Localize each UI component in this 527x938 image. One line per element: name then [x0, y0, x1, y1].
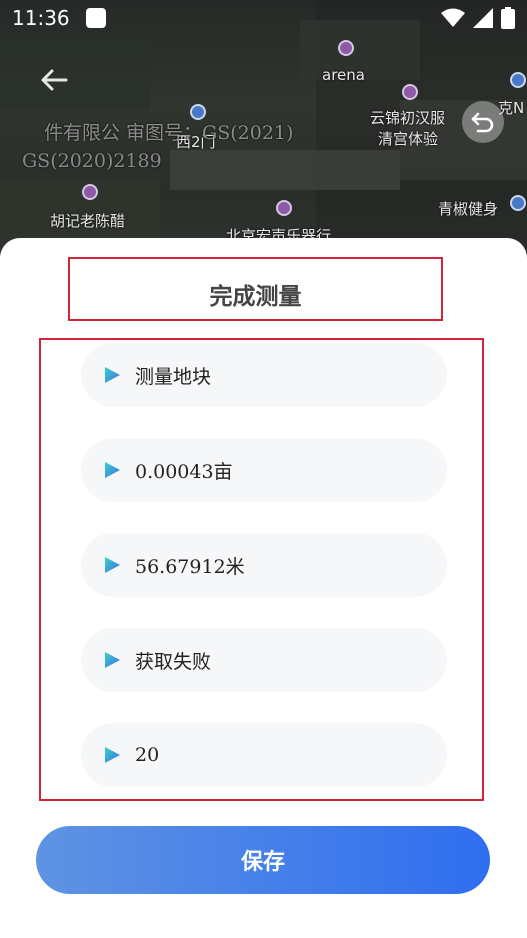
map-copyright-line-2: GS(2020)2189	[22, 150, 162, 172]
undo-icon	[471, 112, 494, 133]
map-block	[170, 150, 400, 190]
save-button-label: 保存	[240, 849, 285, 875]
map-label-poi: 云锦初汉服	[370, 109, 446, 127]
save-button[interactable]: 保存	[36, 826, 490, 894]
status-bar: 11:36	[0, 0, 527, 36]
play-triangle-icon	[105, 747, 120, 763]
result-item-area: 0.00043亩	[81, 438, 447, 502]
status-icons	[441, 7, 515, 29]
map-label-poi: 胡记老陈醋	[50, 212, 126, 230]
map-label-poi: 清宫体验	[378, 130, 439, 148]
signal-icon	[473, 8, 493, 28]
result-item-text: 获取失败	[135, 650, 212, 673]
result-list-highlight-box: 测量地块 0.00043亩 56.67912米 获取失败 20	[39, 338, 484, 801]
poi-marker-icon	[510, 72, 526, 88]
poi-marker-icon	[82, 184, 98, 200]
play-triangle-icon	[105, 367, 120, 383]
result-item-plot-name: 测量地块	[81, 343, 447, 407]
play-triangle-icon	[105, 462, 120, 478]
poi-marker-icon	[276, 200, 292, 216]
result-item-text: 测量地块	[135, 365, 212, 388]
poi-marker-icon	[510, 195, 526, 211]
result-item-text: 20	[135, 744, 160, 766]
map-label-poi: 青椒健身	[438, 200, 499, 218]
status-time: 11:36	[12, 6, 70, 30]
result-item-text: 56.67912米	[135, 555, 245, 578]
notification-icon	[85, 8, 106, 28]
battery-icon	[501, 7, 515, 29]
poi-marker-icon	[338, 40, 354, 56]
arrow-left-icon[interactable]	[38, 64, 70, 96]
poi-marker-icon	[402, 84, 418, 100]
wifi-icon	[441, 8, 465, 27]
map-copyright-line-1: 件有限公 审图号：GS(2021)	[44, 122, 294, 144]
undo-button[interactable]	[462, 101, 504, 143]
map-block	[0, 40, 150, 110]
play-triangle-icon	[105, 652, 120, 668]
title-highlight-box: 完成测量	[68, 257, 443, 321]
result-item-location: 获取失败	[81, 628, 447, 692]
result-item-perimeter: 56.67912米	[81, 533, 447, 597]
result-item-text: 0.00043亩	[135, 460, 233, 483]
map-label-arena: arena	[322, 66, 365, 84]
sheet-title: 完成测量	[209, 283, 302, 310]
play-triangle-icon	[105, 557, 120, 573]
result-item-count: 20	[81, 723, 447, 787]
result-sheet: 完成测量 测量地块 0.00043亩 56.67912米 获取失败 20 保存	[0, 238, 527, 938]
